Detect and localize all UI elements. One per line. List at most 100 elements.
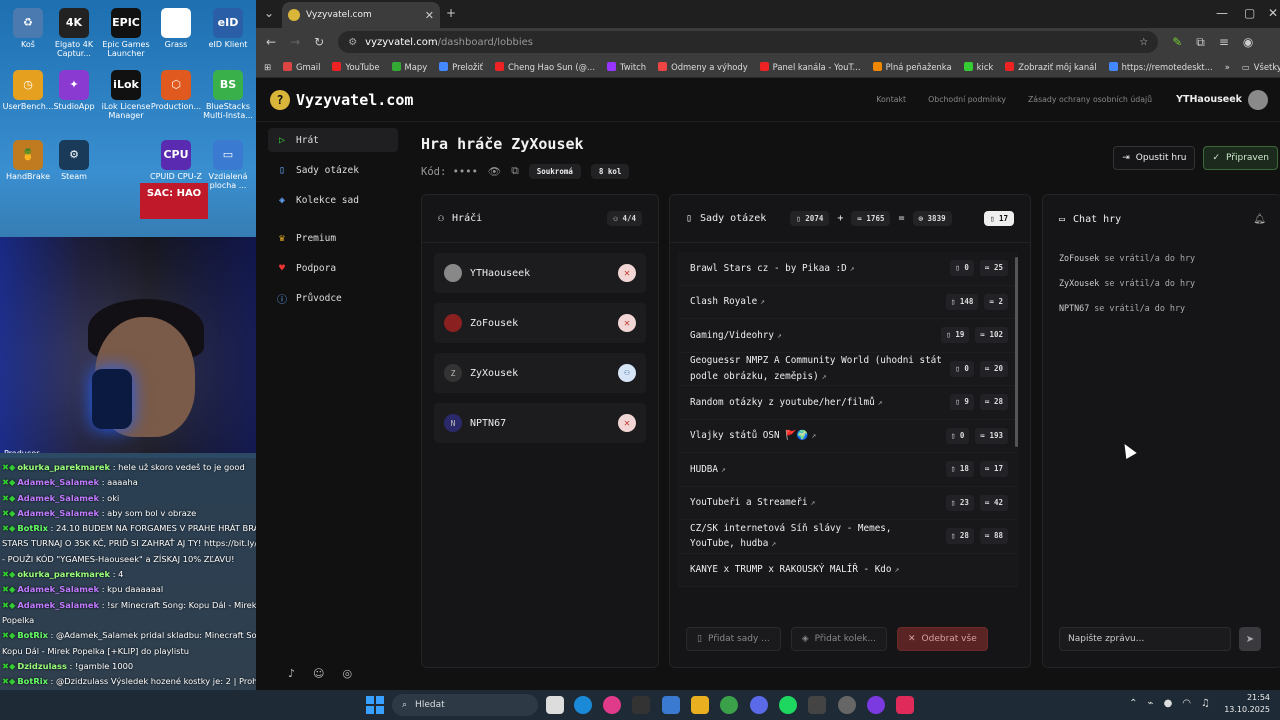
taskbar-search[interactable]: ⌕ Hledat [392,694,538,716]
external-link-icon[interactable]: ↗ [822,372,827,381]
reading-list-icon[interactable]: ≡ [1219,35,1229,49]
bookmark-item[interactable]: Cheng Hao Sun (@... [494,62,595,72]
bookmark-item[interactable]: Odmeny a výhody [658,62,748,72]
send-icon[interactable]: ➤ [1239,627,1261,651]
app-icon[interactable] [867,696,885,714]
site-info-icon[interactable]: ⚙ [348,37,357,48]
external-link-icon[interactable]: ↗ [878,398,883,407]
bookmark-item[interactable]: Panel kanála - YouT... [759,62,861,72]
discord-icon[interactable]: ☺ [313,667,324,680]
close-window-icon[interactable]: ✕ [1268,6,1278,20]
copy-code-icon[interactable]: ⧉ [511,165,519,178]
chevron-up-icon[interactable]: ⌃ [1129,698,1137,709]
chat-message-input[interactable]: Napište zprávu... [1059,627,1231,651]
sidebar-item-premium[interactable]: ♛ Premium [268,226,398,250]
show-code-eye-icon[interactable]: 👁 [488,165,501,178]
extension-icon[interactable]: ✎ [1172,35,1182,49]
top-link[interactable]: Kontakt [876,95,906,104]
kick-player-button[interactable]: ✕ [618,414,636,432]
external-link-icon[interactable]: ↗ [721,465,726,474]
sidebar-item-hrát[interactable]: ▷ Hrát [268,128,398,152]
new-tab-icon[interactable]: + [446,6,456,20]
chrome-icon[interactable] [720,696,738,714]
all-bookmarks-folder[interactable]: ▭Všetky záložky [1242,62,1280,72]
address-bar[interactable]: ⚙ vyzyvatel.com /dashboard/lobbies ☆ [338,31,1159,53]
add-collection-button[interactable]: ◈ Přidat kolek... [790,627,887,651]
desktop-shortcut[interactable]: CPU CPUID CPU-Z [148,140,204,181]
desktop-shortcut[interactable]: iLok iLok License Manager [98,70,154,120]
clock[interactable]: 21:54 13.10.2025 [1224,692,1270,716]
discord-icon[interactable] [750,696,768,714]
top-link[interactable]: Obchodní podmínky [928,95,1006,104]
external-link-icon[interactable]: ↗ [760,297,765,306]
desktop-shortcut[interactable]: eID eID Klient [200,8,256,49]
steam-icon[interactable] [838,696,856,714]
browser-tab[interactable]: Vyzyvatel.com ✕ [282,2,440,28]
ready-button[interactable]: ✓ Připraven [1203,146,1278,170]
top-link[interactable]: Zásady ochrany osobních údajů [1028,95,1152,104]
bookmark-item[interactable]: Gmail [283,62,320,72]
spotify-icon[interactable] [779,696,797,714]
desktop-shortcut[interactable]: ✦ StudioApp [46,70,102,111]
apps-grid-icon[interactable]: ⊞ [264,62,271,72]
desktop-shortcut[interactable]: ▭ Vzdialená plocha ... [200,140,256,190]
app-icon[interactable] [603,696,621,714]
forward-icon[interactable]: → [290,35,300,49]
bookmark-item[interactable]: Plná peňaženka [872,62,952,72]
set-row[interactable]: Brawl Stars cz - by Pikaa :D ↗ ▯ 0 ≔ 25 [678,252,1018,286]
bookmark-item[interactable]: kick [963,62,993,72]
back-icon[interactable]: ← [266,35,276,49]
bookmark-item[interactable]: Preložiť [439,62,483,72]
bookmark-item[interactable]: https://remotedeskt... [1108,62,1213,72]
extensions-puzzle-icon[interactable]: ⧉ [1196,35,1205,50]
task-view-icon[interactable] [546,696,564,714]
user-menu[interactable]: YTHaouseek [1176,89,1268,110]
maximize-icon[interactable]: ▢ [1244,6,1255,20]
desktop-shortcut[interactable]: ⚙ Steam [46,140,102,181]
volume-icon[interactable]: ♫ [1201,698,1210,709]
kick-player-button[interactable]: ✕ [618,314,636,332]
set-row[interactable]: Geoguessr NMPZ A Community World (uhodni… [678,352,1018,386]
network-icon[interactable]: ⌁ [1148,698,1154,709]
set-row[interactable]: Gaming/Videohry ↗ ▯ 19 ≔ 102 [678,319,1018,353]
set-row[interactable]: Vlajky států OSN 🚩🌍 ↗ ▯ 0 ≔ 193 [678,419,1018,453]
reload-icon[interactable]: ↻ [314,35,324,49]
bookmark-item[interactable]: Zobraziť môj kanál [1005,62,1097,72]
sidebar-item-sady-otázek[interactable]: ▯ Sady otázek [268,158,398,182]
sidebar-item-podpora[interactable]: ♥ Podpora [268,256,398,280]
external-link-icon[interactable]: ↗ [811,431,816,440]
app-icon[interactable] [808,696,826,714]
wifi-icon[interactable]: ◠ [1182,698,1191,709]
set-row[interactable]: Clash Royale ↗ ▯ 148 ≔ 2 [678,285,1018,319]
bookmark-item[interactable]: Twitch [607,62,646,72]
tiktok-icon[interactable] [896,696,914,714]
site-logo[interactable]: ? Vyzyvatel.com [270,89,413,110]
bookmark-item[interactable]: YouTube [332,62,380,72]
external-link-icon[interactable]: ↗ [811,498,816,507]
start-icon[interactable] [366,696,384,714]
external-link-icon[interactable]: ↗ [777,331,782,340]
close-tab-icon[interactable]: ✕ [425,9,434,22]
set-row[interactable]: CZ/SK internetová Síň slávy - Memes, You… [678,520,1018,554]
rounds-badge[interactable]: 8 kol [590,164,630,179]
privacy-badge[interactable]: Soukromá [528,164,581,179]
set-row[interactable]: Random otázky z youtube/her/filmů ↗ ▯ 9 ≔ 2… [678,386,1018,420]
remove-all-button[interactable]: ✕ Odebrat vše [896,627,988,651]
desktop-shortcut[interactable]: 4K Elgato 4K Captur... [46,8,102,58]
desktop-shortcut[interactable]: ▲ Grass [148,8,204,49]
kick-player-button[interactable]: ✕ [618,264,636,282]
bookmark-item[interactable]: Mapy [391,62,427,72]
mic-icon[interactable]: ● [1164,698,1173,709]
app-icon[interactable] [632,696,650,714]
sidebar-item-průvodce[interactable]: ⓘ Průvodce [268,286,398,310]
set-row[interactable]: YouTubeři a Streameři ↗ ▯ 23 ≔ 42 [678,486,1018,520]
external-link-icon[interactable]: ↗ [895,565,900,574]
set-row[interactable]: HUDBA ↗ ▯ 18 ≔ 17 [678,453,1018,487]
profile-avatar-icon[interactable]: ◉ [1243,35,1253,49]
bookmark-star-icon[interactable]: ☆ [1139,37,1148,48]
set-list-scrollbar[interactable] [1015,257,1018,447]
desktop-shortcut[interactable]: EPIC Epic Games Launcher [98,8,154,58]
tiktok-icon[interactable]: ♪ [288,667,295,680]
more-bookmarks-icon[interactable]: » [1225,62,1230,72]
add-sets-button[interactable]: ▯ Přidat sady ... [686,627,781,651]
